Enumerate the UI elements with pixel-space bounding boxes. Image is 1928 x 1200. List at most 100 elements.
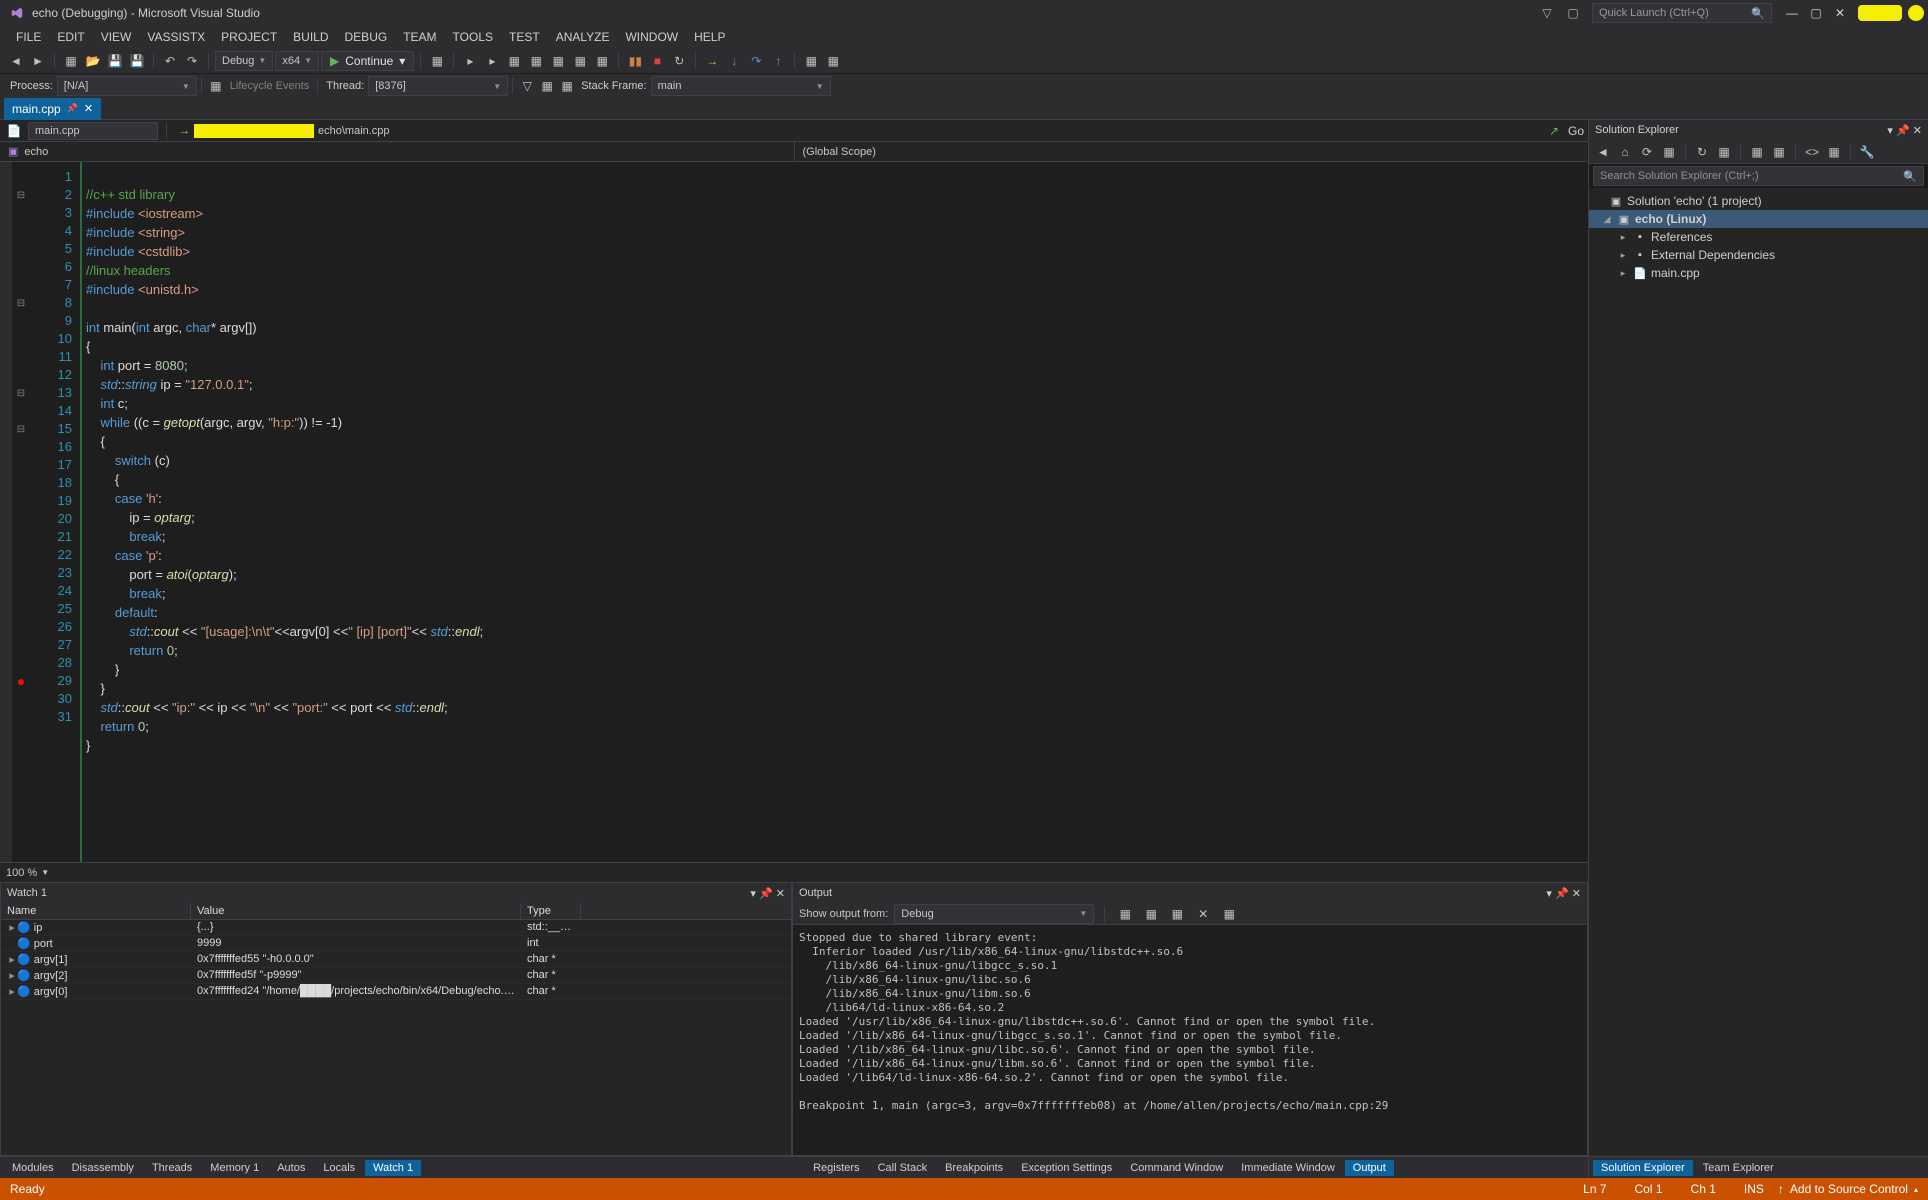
scope-function-combo[interactable]: (Global Scope)	[794, 142, 1589, 162]
watch-grid[interactable]: NameValueType ▸🔵 ip{...}std::__cxx 🔵 por…	[1, 903, 791, 1155]
menu-window[interactable]: WINDOW	[617, 30, 686, 44]
toolbar-icon[interactable]: ▦	[526, 51, 546, 71]
process-combo[interactable]: [N/A]▼	[57, 76, 197, 96]
se-back-button[interactable]: ◄	[1593, 142, 1613, 162]
menu-tools[interactable]: TOOLS	[445, 30, 501, 44]
tree-references[interactable]: ▸▪References	[1589, 228, 1928, 246]
pin-icon[interactable]: 📌	[1896, 124, 1910, 137]
watch-row[interactable]: ▸🔵 argv[2]0x7fffffffed5f "-p9999"char *	[1, 968, 791, 984]
se-sync-button[interactable]: ⟳	[1637, 142, 1657, 162]
dropdown-icon[interactable]: ▾	[750, 887, 756, 900]
filter-icon[interactable]: ▽	[1538, 4, 1556, 22]
tab-immediate[interactable]: Immediate Window	[1233, 1160, 1343, 1176]
menu-debug[interactable]: DEBUG	[337, 30, 396, 44]
add-to-source-control[interactable]: ↑Add to Source Control▴	[1778, 1182, 1918, 1196]
step-over-button[interactable]: ↷	[746, 51, 766, 71]
save-all-button[interactable]: 💾	[127, 51, 147, 71]
toolbar-icon[interactable]: ▽	[517, 76, 537, 96]
tab-breakpoints[interactable]: Breakpoints	[937, 1160, 1011, 1176]
thread-combo[interactable]: [8376]▼	[368, 76, 508, 96]
close-icon[interactable]: ✕	[84, 102, 93, 115]
break-all-button[interactable]: ▮▮	[625, 51, 645, 71]
toolbar-icon[interactable]: ▦	[1167, 904, 1187, 924]
step-into-button[interactable]: ↓	[724, 51, 744, 71]
menu-vassistx[interactable]: VASSISTX	[139, 30, 213, 44]
toolbar-icon[interactable]: ▦	[592, 51, 612, 71]
tab-modules[interactable]: Modules	[4, 1160, 62, 1176]
stop-button[interactable]: ■	[647, 51, 667, 71]
se-showall-button[interactable]: ▦	[1747, 142, 1767, 162]
toolbar-icon[interactable]: ▦	[570, 51, 590, 71]
maximize-button[interactable]: ▢	[1808, 5, 1824, 21]
tab-team-explorer[interactable]: Team Explorer	[1695, 1160, 1782, 1176]
se-tree[interactable]: ▣Solution 'echo' (1 project) ◢▣echo (Lin…	[1589, 188, 1928, 1156]
output-from-combo[interactable]: Debug▼	[894, 904, 1094, 924]
pin-icon[interactable]: 📌	[67, 103, 78, 114]
menu-analyze[interactable]: ANALYZE	[548, 30, 618, 44]
nav-fwd-button[interactable]: ►	[28, 51, 48, 71]
glyph-margin[interactable]: ⊟ ⊟⊟ ⊟ ●	[12, 162, 30, 862]
tree-project[interactable]: ◢▣echo (Linux)	[1589, 210, 1928, 228]
tab-watch1[interactable]: Watch 1	[365, 1160, 421, 1176]
tab-solution-explorer[interactable]: Solution Explorer	[1593, 1160, 1693, 1176]
toolbar-icon[interactable]: ▦	[1141, 904, 1161, 924]
close-icon[interactable]: ✕	[776, 887, 785, 900]
tree-solution[interactable]: ▣Solution 'echo' (1 project)	[1589, 192, 1928, 210]
toolbar-icon[interactable]: ▦	[504, 51, 524, 71]
tab-callstack[interactable]: Call Stack	[870, 1160, 936, 1176]
quick-launch-input[interactable]: Quick Launch (Ctrl+Q) 🔍	[1592, 3, 1772, 23]
se-collapse-button[interactable]: ▦	[1714, 142, 1734, 162]
dropdown-icon[interactable]: ▾	[1546, 887, 1552, 900]
close-button[interactable]: ✕	[1832, 5, 1848, 21]
tab-autos[interactable]: Autos	[269, 1160, 313, 1176]
show-next-stmt-button[interactable]: →	[702, 51, 722, 71]
config-combo[interactable]: Debug▼	[215, 51, 273, 71]
watch-row[interactable]: 🔵 port9999int	[1, 936, 791, 952]
toolbar-icon[interactable]: ▦	[548, 51, 568, 71]
tab-output[interactable]: Output	[1345, 1160, 1394, 1176]
se-home-button[interactable]: ⌂	[1615, 142, 1635, 162]
menu-help[interactable]: HELP	[686, 30, 733, 44]
menu-project[interactable]: PROJECT	[213, 30, 285, 44]
nav-file-combo[interactable]: main.cpp	[28, 122, 158, 140]
save-button[interactable]: 💾	[105, 51, 125, 71]
tab-command[interactable]: Command Window	[1122, 1160, 1231, 1176]
zoom-combo[interactable]: 100 %▼	[0, 862, 1588, 882]
platform-combo[interactable]: x64▼	[275, 51, 319, 71]
toolbar-icon[interactable]: ▦	[1219, 904, 1239, 924]
document-tab[interactable]: main.cpp 📌 ✕	[4, 98, 101, 120]
menu-view[interactable]: VIEW	[93, 30, 140, 44]
stackframe-combo[interactable]: main▼	[651, 76, 831, 96]
redo-button[interactable]: ↷	[182, 51, 202, 71]
undo-button[interactable]: ↶	[160, 51, 180, 71]
toolbar-icon[interactable]: ▦	[823, 51, 843, 71]
nav-back-button[interactable]: ◄	[6, 51, 26, 71]
toolbar-icon[interactable]: ▸	[482, 51, 502, 71]
restart-button[interactable]: ↻	[669, 51, 689, 71]
toolbar-icon[interactable]: ▦	[557, 76, 577, 96]
watch-row[interactable]: ▸🔵 ip{...}std::__cxx	[1, 920, 791, 936]
tree-maincpp[interactable]: ▸📄main.cpp	[1589, 264, 1928, 282]
se-pending-button[interactable]: ▦	[1659, 142, 1679, 162]
minimize-button[interactable]: —	[1784, 5, 1800, 21]
new-project-button[interactable]: ▦	[61, 51, 81, 71]
se-properties-button[interactable]: ▦	[1769, 142, 1789, 162]
step-out-button[interactable]: ↑	[768, 51, 788, 71]
menu-build[interactable]: BUILD	[285, 30, 336, 44]
pin-icon[interactable]: 📌	[759, 887, 773, 900]
tab-memory1[interactable]: Memory 1	[202, 1160, 267, 1176]
toolbar-icon[interactable]: ▦	[801, 51, 821, 71]
notifications-icon[interactable]: ▢	[1564, 4, 1582, 22]
clear-all-button[interactable]: ✕	[1193, 904, 1213, 924]
toolbar-icon[interactable]: ▦	[1115, 904, 1135, 924]
go-icon[interactable]: ↗	[1544, 121, 1564, 141]
close-icon[interactable]: ✕	[1572, 887, 1581, 900]
breakpoint-icon[interactable]: ●	[12, 672, 30, 690]
tab-registers[interactable]: Registers	[805, 1160, 867, 1176]
output-text[interactable]: Stopped due to shared library event: Inf…	[793, 925, 1587, 1155]
tab-threads[interactable]: Threads	[144, 1160, 200, 1176]
se-preview-button[interactable]: ▦	[1824, 142, 1844, 162]
tab-locals[interactable]: Locals	[315, 1160, 363, 1176]
lifecycle-events-button[interactable]: ▦	[206, 76, 226, 96]
menu-team[interactable]: TEAM	[395, 30, 444, 44]
